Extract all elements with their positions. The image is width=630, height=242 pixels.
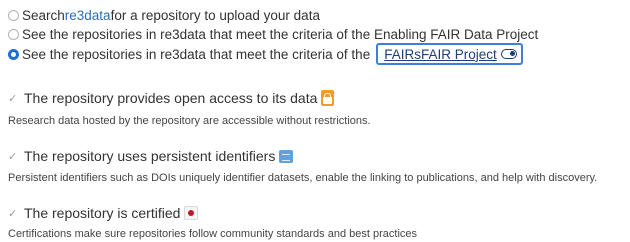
option-search-suffix: for a repository to upload your data [110,7,320,23]
option-search-re3data[interactable]: Search re3data for a repository to uploa… [8,6,320,24]
checkmark-icon: ✓ [8,207,18,220]
option-search-prefix: Search [22,7,65,23]
criterion-open-access-description: Research data hosted by the repository a… [8,115,371,127]
option-enabling-fair-label: See the repositories in re3data that mee… [22,26,539,42]
radio-search-re3data[interactable] [8,9,19,21]
checkmark-icon: ✓ [8,150,18,163]
criterion-persistent-identifiers-title: The repository uses persistent identifie… [24,148,276,164]
re3data-link[interactable]: re3data [65,8,111,23]
fairsfair-project-link[interactable]: FAIRsFAIR Project [384,47,497,62]
checkmark-icon: ✓ [8,92,18,105]
fairsfair-link-focus[interactable]: FAIRsFAIR Project [376,43,523,65]
criterion-open-access-title: The repository provides open access to i… [24,90,318,106]
criterion-persistent-identifiers: ✓ The repository uses persistent identif… [8,146,294,166]
option-fairsfair-label: See the repositories in re3data that mee… [22,46,371,62]
radio-fairsfair[interactable] [8,48,19,60]
open-access-lock-icon [321,90,335,106]
toggle-icon[interactable] [500,49,517,59]
persistent-identifier-icon [279,149,294,163]
criterion-persistent-identifiers-description: Persistent identifiers such as DOIs uniq… [8,172,598,184]
criterion-certified-description: Certifications make sure repositories fo… [8,228,418,240]
criterion-certified-title: The repository is certified [24,205,181,221]
criterion-open-access: ✓ The repository provides open access to… [8,88,335,108]
certification-seal-icon [184,206,199,220]
radio-enabling-fair[interactable] [8,28,19,40]
criterion-certified: ✓ The repository is certified [8,203,199,223]
option-fairsfair[interactable]: See the repositories in re3data that mee… [8,43,523,65]
option-enabling-fair[interactable]: See the repositories in re3data that mee… [8,25,538,43]
